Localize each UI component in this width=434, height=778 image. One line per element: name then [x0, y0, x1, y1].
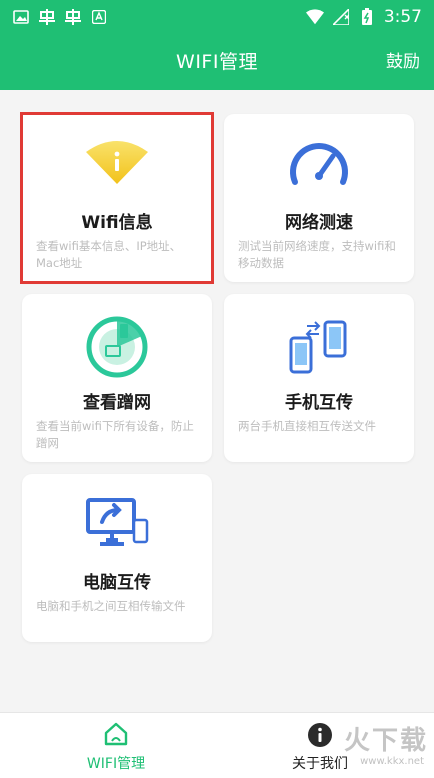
image-icon [12, 9, 30, 25]
card-phone-transfer[interactable]: 手机互传 两台手机直接相互传送文件 [224, 294, 414, 462]
encourage-button[interactable]: 鼓励 [386, 34, 420, 90]
phone-transfer-icon [289, 320, 347, 374]
radar-icon [86, 316, 148, 378]
status-time: 3:57 [383, 7, 422, 27]
bug-icon [38, 9, 56, 25]
wifi-icon [305, 9, 324, 25]
wifi-info-icon [86, 141, 148, 184]
card-desc: 查看当前wifi下所有设备，防止蹭网 [36, 419, 194, 450]
card-title: 手机互传 [285, 393, 353, 413]
watermark-url: www.kkx.net [360, 756, 424, 767]
card-desc: 测试当前网络速度，支持wifi和移动数据 [238, 239, 396, 270]
card-desc: 电脑和手机之间互相传输文件 [36, 599, 186, 613]
bug-icon [64, 9, 82, 25]
battery-icon [358, 8, 376, 25]
app-bar: WIFI管理 鼓励 [0, 34, 434, 90]
card-speed-test[interactable]: 网络测速 测试当前网络速度，支持wifi和移动数据 [224, 114, 414, 282]
card-wifi-info[interactable]: Wifi信息 查看wifi基本信息、IP地址、Mac地址 [20, 112, 214, 284]
tab-wifi-manage[interactable]: WIFI管理 [36, 713, 196, 778]
card-desc: 查看wifi基本信息、IP地址、Mac地址 [36, 239, 182, 270]
card-check-leech[interactable]: 查看蹭网 查看当前wifi下所有设备，防止蹭网 [22, 294, 212, 462]
signal-icon [332, 9, 350, 25]
card-title: Wifi信息 [81, 213, 153, 233]
bottom-nav: WIFI管理 关于我们 [0, 712, 434, 778]
card-title: 电脑互传 [83, 573, 151, 593]
card-computer-transfer[interactable]: 电脑互传 电脑和手机之间互相传输文件 [22, 474, 212, 642]
status-right-icons: 3:57 [305, 7, 422, 27]
tab-about-us[interactable]: 关于我们 [240, 713, 400, 778]
app-icon [90, 9, 108, 25]
tab-label: WIFI管理 [86, 756, 146, 772]
home-icon [104, 722, 128, 746]
card-desc: 两台手机直接相互传送文件 [238, 419, 376, 433]
card-title: 网络测速 [285, 213, 353, 233]
status-left-icons [12, 9, 108, 25]
computer-transfer-icon [86, 498, 149, 546]
speedometer-icon [290, 143, 348, 185]
status-bar: 3:57 [0, 0, 434, 34]
card-title: 查看蹭网 [83, 393, 151, 413]
info-icon [308, 723, 332, 747]
page-title: WIFI管理 [176, 51, 258, 73]
